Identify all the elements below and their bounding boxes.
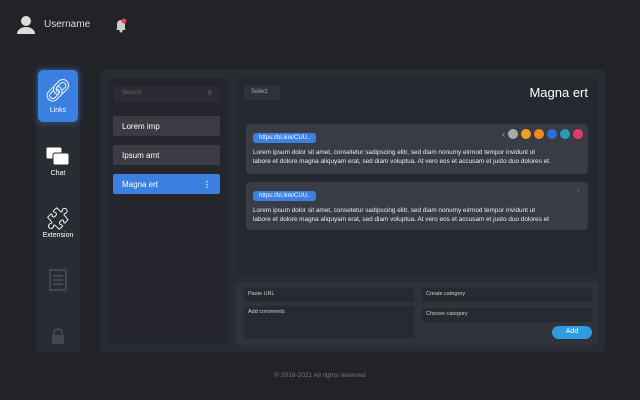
link-icon: 🔗︎ [44, 78, 72, 103]
chevron-left-icon[interactable]: ‹ [502, 129, 505, 139]
add-comments-input[interactable]: Add comments [244, 306, 414, 338]
edit-icon[interactable] [508, 129, 518, 139]
footer-copyright: © 2018-2021 All rights reserved [274, 372, 366, 379]
sidebar: 🔗︎ Links Chat 🧩︎ Extension [36, 68, 80, 352]
avatar-icon[interactable] [16, 14, 36, 34]
category-icon[interactable] [534, 129, 544, 139]
username[interactable]: Username [44, 19, 90, 30]
link-url[interactable]: https://bl.link/CUU.. [253, 191, 317, 201]
card-actions: ‹ [502, 129, 583, 139]
more-options-icon[interactable]: ⋮ [203, 180, 211, 189]
sidebar-item-links[interactable]: 🔗︎ Links [38, 70, 78, 122]
link-url[interactable]: https://bl.link/CUU.. [253, 133, 317, 143]
delete-icon[interactable] [573, 129, 583, 139]
puzzle-icon: 🧩︎ [44, 206, 72, 231]
select-dropdown[interactable]: Select [244, 86, 280, 100]
list-item[interactable]: Lorem imp [113, 116, 220, 136]
add-button[interactable]: Add [552, 326, 592, 339]
list-item[interactable]: Ipsum amt [113, 145, 220, 165]
link-comment: Lorem ipsum dolor sit amet, consetetur s… [253, 149, 551, 165]
send-icon[interactable] [547, 129, 557, 139]
chevron-left-icon[interactable]: ‹ [577, 185, 580, 195]
link-card[interactable]: https://bl.link/CUU.. ‹ Lorem ipsum dolo… [246, 124, 588, 174]
sidebar-item-notes[interactable] [38, 268, 78, 294]
page-title: Magna ert [529, 85, 588, 100]
paste-url-input[interactable]: Paste URL [244, 288, 414, 302]
notification-bell-icon[interactable] [114, 17, 128, 33]
search-input[interactable]: Search ⚲ [114, 86, 220, 102]
create-category-input[interactable]: Create category [422, 288, 592, 302]
share-icon[interactable] [560, 129, 570, 139]
search-icon: ⚲ [207, 91, 212, 97]
link-card[interactable]: https://bl.link/CUU.. ‹ Lorem ipsum dolo… [246, 182, 588, 230]
link-comment: Lorem ipsum dolor sit amet, consetetur s… [253, 207, 549, 223]
clipboard-icon [49, 269, 67, 291]
sidebar-item-lock[interactable] [38, 328, 78, 346]
copy-icon[interactable] [521, 129, 531, 139]
list-item-selected[interactable]: Magna ert ⋮ [113, 174, 220, 194]
chat-icon [45, 146, 70, 166]
choose-category-select[interactable]: Choose category [422, 308, 592, 322]
sidebar-item-extension[interactable]: 🧩︎ Extension [38, 206, 78, 248]
lock-icon [52, 328, 64, 344]
sidebar-item-chat[interactable]: Chat [38, 146, 78, 188]
content-panel [236, 78, 598, 274]
